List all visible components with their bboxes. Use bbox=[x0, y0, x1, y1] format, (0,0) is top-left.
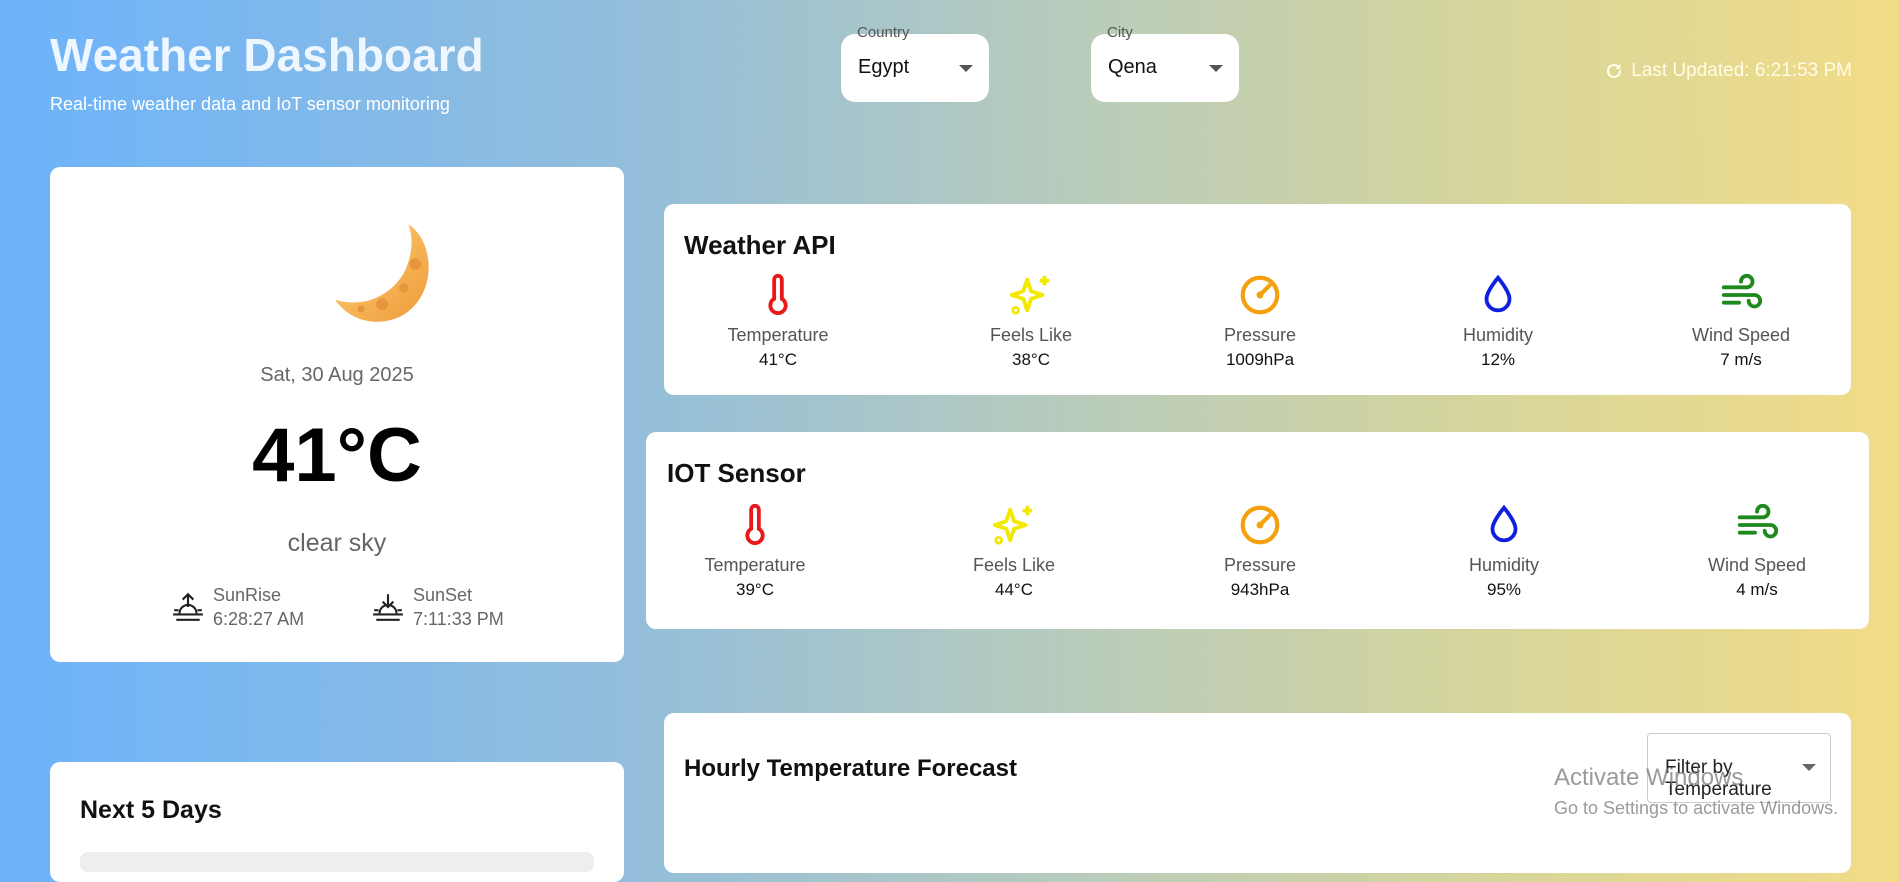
metric-value: 44°C bbox=[995, 580, 1033, 599]
sunrise-time: 6:28:27 AM bbox=[213, 609, 305, 629]
iot-pressure-metric: Pressure 943hPa bbox=[1165, 502, 1355, 600]
sunrise-info: SunRise 6:28:27 AM bbox=[171, 583, 304, 631]
metric-value: 12% bbox=[1480, 350, 1516, 369]
city-select-value: Qena bbox=[1108, 56, 1157, 78]
sparkle-icon bbox=[992, 505, 1033, 545]
metric-value: 95% bbox=[1486, 580, 1522, 599]
metric-label: Feels Like bbox=[972, 555, 1056, 575]
current-temperature: 41°C bbox=[252, 413, 422, 498]
sunset-icon bbox=[373, 594, 403, 621]
api-temperature-metric: Temperature 41°C bbox=[683, 272, 873, 370]
page-title: Weather Dashboard bbox=[50, 29, 484, 81]
sparkle-icon bbox=[1009, 275, 1050, 315]
chevron-down-icon bbox=[959, 65, 973, 72]
metric-label: Humidity bbox=[1462, 325, 1533, 345]
activate-windows-watermark: Activate Windows Go to Settings to activ… bbox=[1554, 764, 1838, 819]
sunrise-icon bbox=[173, 592, 203, 621]
weather-api-title: Weather API bbox=[684, 230, 836, 260]
country-select-label: Country bbox=[857, 24, 910, 41]
api-humidity-metric: Humidity 12% bbox=[1403, 272, 1593, 370]
country-select[interactable]: Country Egypt bbox=[841, 24, 989, 102]
metric-label: Wind Speed bbox=[1691, 325, 1791, 345]
page-subtitle: Real-time weather data and IoT sensor mo… bbox=[50, 94, 450, 114]
last-updated: Last Updated: 6:21:53 PM bbox=[1605, 60, 1852, 82]
hourly-forecast-title: Hourly Temperature Forecast bbox=[684, 755, 1017, 782]
weather-description: clear sky bbox=[287, 529, 387, 557]
iot-temperature-metric: Temperature 39°C bbox=[660, 502, 850, 600]
refresh-icon[interactable] bbox=[1605, 62, 1623, 80]
metric-value: 7 m/s bbox=[1720, 350, 1762, 369]
country-select-value: Egypt bbox=[858, 56, 910, 78]
last-updated-text: Last Updated: 6:21:53 PM bbox=[1631, 60, 1852, 81]
next-days-card: Next 5 Days bbox=[50, 762, 624, 882]
metric-value: 4 m/s bbox=[1736, 580, 1778, 599]
watermark-subtitle: Go to Settings to activate Windows. bbox=[1554, 798, 1839, 818]
chevron-down-icon bbox=[1209, 65, 1223, 72]
sunset-label: SunSet bbox=[413, 585, 473, 605]
gauge-icon bbox=[1240, 275, 1280, 315]
droplet-icon bbox=[1490, 504, 1518, 543]
api-feels-like-metric: Feels Like 38°C bbox=[936, 272, 1126, 370]
wind-icon bbox=[1737, 503, 1779, 539]
metric-label: Pressure bbox=[1223, 555, 1297, 575]
next-days-title: Next 5 Days bbox=[80, 796, 222, 824]
iot-sensor-card: IOT Sensor Temperature 39°C Feels Like 4… bbox=[646, 432, 1869, 629]
droplet-icon bbox=[1484, 274, 1512, 313]
current-weather-card: Sat, 30 Aug 2025 41°C clear sky SunRise … bbox=[50, 167, 624, 662]
sunset-time: 7:11:33 PM bbox=[413, 609, 504, 629]
watermark-title: Activate Windows bbox=[1554, 764, 1744, 791]
metric-label: Pressure bbox=[1223, 325, 1297, 345]
metric-value: 943hPa bbox=[1230, 580, 1290, 599]
thermometer-icon bbox=[745, 503, 765, 546]
metric-label: Temperature bbox=[727, 325, 829, 345]
sunset-info: SunSet 7:11:33 PM bbox=[371, 583, 504, 631]
iot-humidity-metric: Humidity 95% bbox=[1409, 502, 1599, 600]
iot-wind-speed-metric: Wind Speed 4 m/s bbox=[1662, 502, 1852, 600]
metric-label: Temperature bbox=[704, 555, 806, 575]
metric-label: Humidity bbox=[1468, 555, 1539, 575]
metric-value: 41°C bbox=[759, 350, 797, 369]
metric-label: Feels Like bbox=[989, 325, 1073, 345]
iot-feels-like-metric: Feels Like 44°C bbox=[919, 502, 1109, 600]
metric-value: 38°C bbox=[1012, 350, 1050, 369]
metric-value: 39°C bbox=[736, 580, 774, 599]
city-select-label: City bbox=[1107, 24, 1133, 41]
crescent-moon-icon bbox=[335, 224, 429, 322]
weather-api-card: Weather API Temperature 41°C Feels Like … bbox=[664, 204, 1851, 395]
city-select[interactable]: City Qena bbox=[1091, 24, 1239, 102]
gauge-icon bbox=[1240, 505, 1280, 545]
day-forecast-item[interactable] bbox=[80, 852, 594, 872]
api-pressure-metric: Pressure 1009hPa bbox=[1165, 272, 1355, 370]
sunrise-label: SunRise bbox=[213, 585, 282, 605]
metric-value: 1009hPa bbox=[1225, 350, 1295, 369]
thermometer-icon bbox=[768, 273, 788, 316]
current-date: Sat, 30 Aug 2025 bbox=[260, 364, 414, 386]
metric-label: Wind Speed bbox=[1707, 555, 1807, 575]
wind-icon bbox=[1721, 273, 1763, 309]
iot-sensor-title: IOT Sensor bbox=[667, 458, 806, 488]
api-wind-speed-metric: Wind Speed 7 m/s bbox=[1646, 272, 1836, 370]
